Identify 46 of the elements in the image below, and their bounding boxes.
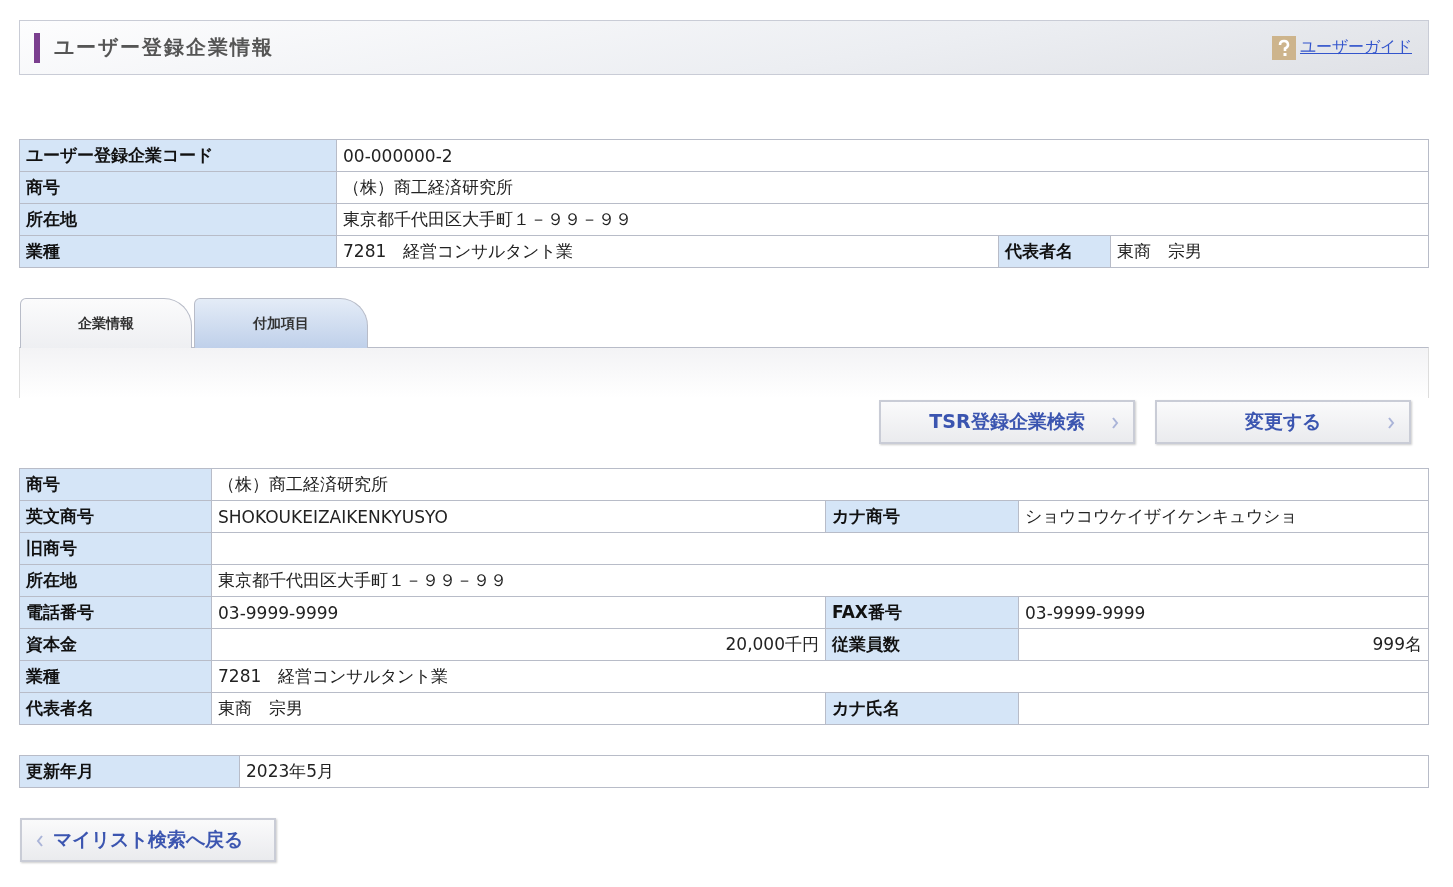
field-value: （株）商工経済研究所	[212, 469, 1429, 501]
field-label: 英文商号	[20, 501, 212, 533]
tab[interactable]: 企業情報	[20, 298, 192, 348]
field-label: 代表者名	[999, 236, 1111, 268]
field-label: 商号	[20, 172, 337, 204]
field-label: カナ商号	[826, 501, 1019, 533]
chevron-left-icon	[36, 835, 44, 847]
chevron-right-icon	[1387, 417, 1395, 429]
field-value: 999名	[1019, 629, 1429, 661]
field-value: 7281 経営コンサルタント業	[212, 661, 1429, 693]
field-label: カナ氏名	[826, 693, 1019, 725]
field-value: SHOKOUKEIZAIKENKYUSYO	[212, 501, 826, 533]
chevron-right-icon	[1111, 417, 1119, 429]
field-value: 東京都千代田区大手町１－９９－９９	[212, 565, 1429, 597]
field-label: 資本金	[20, 629, 212, 661]
tab[interactable]: 付加項目	[194, 298, 368, 348]
field-value: 東商 宗男	[212, 693, 826, 725]
field-label: 商号	[20, 469, 212, 501]
help-icon	[1272, 35, 1296, 60]
field-value: 2023年5月	[240, 756, 1429, 788]
field-value: 03-9999-9999	[212, 597, 826, 629]
action-button[interactable]: TSR登録企業検索	[879, 400, 1135, 444]
field-label: 旧商号	[20, 533, 212, 565]
field-value: 東商 宗男	[1111, 236, 1429, 268]
field-label: 業種	[20, 661, 212, 693]
field-label: 代表者名	[20, 693, 212, 725]
field-label: 所在地	[20, 565, 212, 597]
page-title: ユーザー登録企業情報	[54, 34, 274, 61]
field-label: FAX番号	[826, 597, 1019, 629]
title-accent-bar	[34, 32, 40, 63]
field-value: 00-000000-2	[337, 140, 1429, 172]
field-value: 20,000千円	[212, 629, 826, 661]
field-label: 更新年月	[20, 756, 240, 788]
field-value: 7281 経営コンサルタント業	[337, 236, 999, 268]
back-button[interactable]: マイリスト検索へ戻る	[20, 818, 276, 862]
field-label: ユーザー登録企業コード	[20, 140, 337, 172]
field-value: （株）商工経済研究所	[337, 172, 1429, 204]
field-value: 03-9999-9999	[1019, 597, 1429, 629]
field-label: 従業員数	[826, 629, 1019, 661]
user-guide-link[interactable]: ユーザーガイド	[1300, 37, 1412, 58]
field-label: 電話番号	[20, 597, 212, 629]
field-value: ショウコウケイザイケンキュウショ	[1019, 501, 1429, 533]
field-label: 所在地	[20, 204, 337, 236]
field-value: 東京都千代田区大手町１－９９－９９	[337, 204, 1429, 236]
field-label: 業種	[20, 236, 337, 268]
action-button[interactable]: 変更する	[1155, 400, 1411, 444]
